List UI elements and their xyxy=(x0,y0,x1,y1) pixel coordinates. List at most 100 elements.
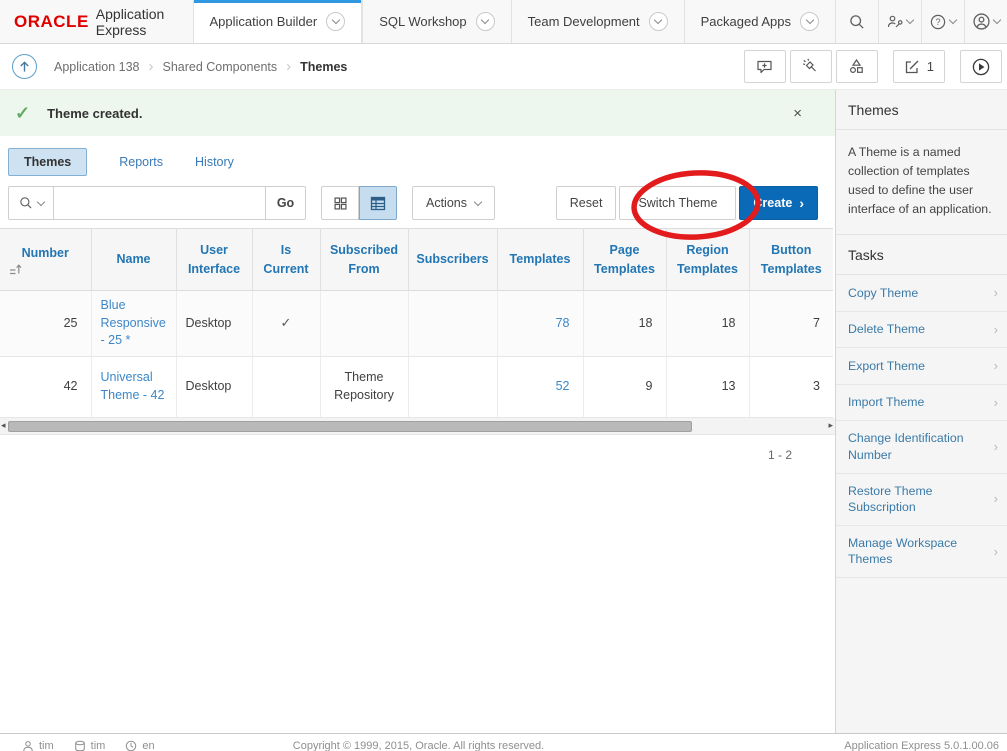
tab-team-development[interactable]: Team Development xyxy=(511,0,684,43)
task-restore-theme-subscription[interactable]: Restore Theme Subscription› xyxy=(836,474,1007,526)
main-nav-tabs: Application Builder SQL Workshop Team De… xyxy=(193,0,835,43)
switch-theme-button[interactable]: Switch Theme xyxy=(619,186,736,220)
column-header-page-templates[interactable]: Page Templates xyxy=(583,229,666,291)
close-notification-icon[interactable]: × xyxy=(793,105,836,122)
chevron-down-icon[interactable] xyxy=(326,12,345,31)
task-manage-workspace-themes[interactable]: Manage Workspace Themes› xyxy=(836,526,1007,578)
cell-user-interface: Desktop xyxy=(176,291,252,357)
cell-button-templates: 7 xyxy=(749,291,833,357)
cell-user-interface: Desktop xyxy=(176,356,252,417)
tab-history[interactable]: History xyxy=(195,155,234,169)
actions-menu-button[interactable]: Actions xyxy=(412,186,495,220)
search-column-selector[interactable] xyxy=(8,186,54,220)
create-arrow-icon: › xyxy=(799,195,804,211)
table-row: 25 Blue Responsive - 25 * Desktop ✓ 78 1… xyxy=(0,291,833,357)
column-header-subscribers[interactable]: Subscribers xyxy=(408,229,497,291)
chevron-right-icon: › xyxy=(994,284,998,302)
column-header-button-templates[interactable]: Button Templates xyxy=(749,229,833,291)
region-tabs: Themes Reports History xyxy=(0,136,836,180)
product-name: Application Express xyxy=(96,6,171,38)
breadcrumb-bar: Application 138 › Shared Components › Th… xyxy=(0,44,1007,90)
success-message: Theme created. xyxy=(47,106,142,121)
header-icon-bar: ? xyxy=(835,0,1007,43)
cell-is-current: ✓ xyxy=(252,291,320,357)
edit-page-number: 1 xyxy=(927,59,934,74)
run-application-button[interactable] xyxy=(960,50,1002,83)
cell-region-templates: 18 xyxy=(666,291,749,357)
scroll-left-icon[interactable]: ◂ xyxy=(1,420,6,431)
tab-packaged-apps[interactable]: Packaged Apps xyxy=(684,0,835,43)
help-icon[interactable]: ? xyxy=(921,0,964,43)
column-header-name[interactable]: Name xyxy=(91,229,176,291)
oracle-brand: ORACLE xyxy=(14,12,89,32)
sidebar-description: A Theme is a named collection of templat… xyxy=(836,130,1007,235)
theme-link[interactable]: Blue Responsive - 25 * xyxy=(101,298,166,347)
up-level-icon[interactable] xyxy=(12,54,37,79)
templates-count-link[interactable]: 78 xyxy=(556,316,570,330)
tab-sql-workshop[interactable]: SQL Workshop xyxy=(362,0,510,43)
tab-reports[interactable]: Reports xyxy=(119,155,163,169)
cell-templates: 52 xyxy=(497,356,583,417)
task-change-identification-number[interactable]: Change Identification Number› xyxy=(836,421,1007,473)
theme-link[interactable]: Universal Theme - 42 xyxy=(101,370,165,402)
task-import-theme[interactable]: Import Theme› xyxy=(836,385,1007,422)
chevron-right-icon: › xyxy=(994,543,998,561)
search-icon[interactable] xyxy=(835,0,878,43)
feedback-button[interactable] xyxy=(744,50,786,83)
sidebar-title: Themes xyxy=(836,90,1007,130)
chevron-right-icon: › xyxy=(994,490,998,508)
cell-subscribed-from: Theme Repository xyxy=(320,356,408,417)
breadcrumb-application[interactable]: Application 138 xyxy=(45,60,148,74)
cell-subscribed-from xyxy=(320,291,408,357)
footer-version: Application Express 5.0.1.00.06 xyxy=(844,740,999,751)
tab-application-builder[interactable]: Application Builder xyxy=(193,0,363,43)
page-toolbar: 1 xyxy=(744,50,1007,83)
search-input[interactable] xyxy=(54,186,266,220)
admin-tools-icon[interactable] xyxy=(878,0,921,43)
column-header-region-templates[interactable]: Region Templates xyxy=(666,229,749,291)
task-delete-theme[interactable]: Delete Theme› xyxy=(836,312,1007,349)
tab-themes[interactable]: Themes xyxy=(8,148,87,176)
column-header-is-current[interactable]: Is Current xyxy=(252,229,320,291)
breadcrumb-current-page: Themes xyxy=(291,60,356,74)
cell-page-templates: 18 xyxy=(583,291,666,357)
reset-button[interactable]: Reset xyxy=(556,186,617,220)
scroll-right-icon[interactable]: ▸ xyxy=(828,420,833,431)
pagination-range: 1 - 2 xyxy=(0,448,792,462)
task-copy-theme[interactable]: Copy Theme› xyxy=(836,275,1007,312)
chevron-down-icon[interactable] xyxy=(476,12,495,31)
chevron-down-icon[interactable] xyxy=(800,12,819,31)
shared-components-button[interactable] xyxy=(836,50,878,83)
cell-button-templates: 3 xyxy=(749,356,833,417)
column-header-templates[interactable]: Templates xyxy=(497,229,583,291)
svg-text:?: ? xyxy=(935,17,940,27)
create-button[interactable]: Create › xyxy=(739,186,818,220)
cell-subscribers xyxy=(408,291,497,357)
tasks-title: Tasks xyxy=(836,235,1007,275)
chevron-right-icon: › xyxy=(994,321,998,339)
go-button[interactable]: Go xyxy=(266,186,306,220)
table-row: 42 Universal Theme - 42 Desktop Theme Re… xyxy=(0,356,833,417)
report-view-button[interactable] xyxy=(359,186,397,220)
templates-count-link[interactable]: 52 xyxy=(556,379,570,393)
cell-is-current xyxy=(252,356,320,417)
horizontal-scrollbar[interactable]: ◂ ▸ xyxy=(0,418,836,435)
breadcrumb-shared-components[interactable]: Shared Components xyxy=(153,60,286,74)
task-export-theme[interactable]: Export Theme› xyxy=(836,348,1007,385)
column-header-subscribed-from[interactable]: Subscribed From xyxy=(320,229,408,291)
top-header: ORACLE Application Express Application B… xyxy=(0,0,1007,44)
success-notification: ✓ Theme created. × xyxy=(0,90,836,136)
icon-view-button[interactable] xyxy=(321,186,359,220)
cell-number: 25 xyxy=(0,291,91,357)
column-header-number[interactable]: Number xyxy=(0,229,91,291)
column-header-user-interface[interactable]: User Interface xyxy=(176,229,252,291)
account-icon[interactable] xyxy=(964,0,1007,43)
spotlight-search-button[interactable] xyxy=(790,50,832,83)
cell-region-templates: 13 xyxy=(666,356,749,417)
oracle-logo[interactable]: ORACLE Application Express xyxy=(0,0,193,43)
chevron-down-icon[interactable] xyxy=(649,12,668,31)
edit-page-button[interactable]: 1 xyxy=(893,50,945,83)
scrollbar-thumb[interactable] xyxy=(8,421,692,432)
cell-templates: 78 xyxy=(497,291,583,357)
interactive-report-toolbar: Go Actions Reset Switch Theme Create › xyxy=(0,180,836,228)
